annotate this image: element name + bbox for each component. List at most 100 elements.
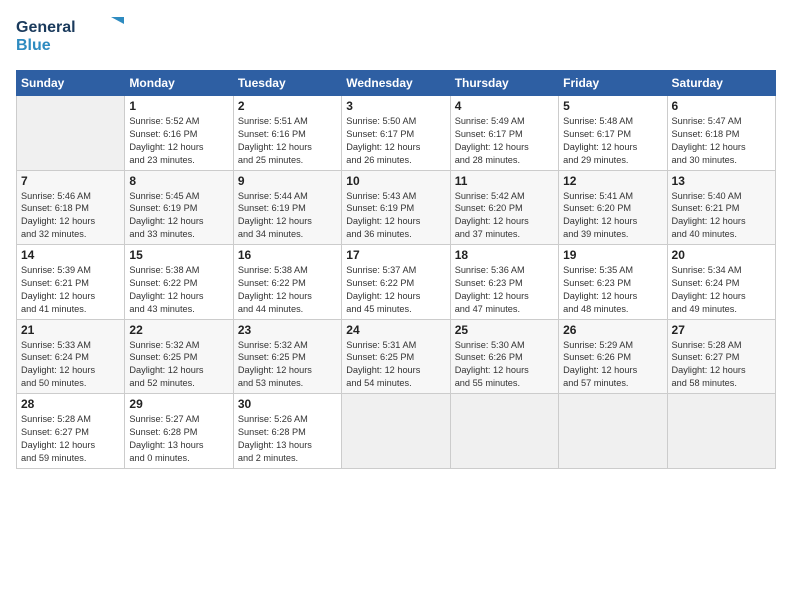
day-number: 26 — [563, 323, 662, 337]
day-number: 10 — [346, 174, 445, 188]
day-info: Sunrise: 5:43 AMSunset: 6:19 PMDaylight:… — [346, 190, 445, 242]
day-cell: 22 Sunrise: 5:32 AMSunset: 6:25 PMDayligh… — [125, 319, 233, 394]
day-cell: 19 Sunrise: 5:35 AMSunset: 6:23 PMDayligh… — [559, 245, 667, 320]
main-container: General Blue Sunday Monday Tuesday Wedne… — [0, 0, 792, 481]
day-number: 4 — [455, 99, 554, 113]
day-info: Sunrise: 5:38 AMSunset: 6:22 PMDaylight:… — [238, 264, 337, 316]
day-cell: 16 Sunrise: 5:38 AMSunset: 6:22 PMDayligh… — [233, 245, 341, 320]
day-number: 16 — [238, 248, 337, 262]
day-cell — [667, 394, 775, 469]
day-number: 3 — [346, 99, 445, 113]
day-cell: 7 Sunrise: 5:46 AMSunset: 6:18 PMDaylight… — [17, 170, 125, 245]
day-info: Sunrise: 5:52 AMSunset: 6:16 PMDaylight:… — [129, 115, 228, 167]
week-row-3: 14Sunrise: 5:39 AMSunset: 6:21 PMDayligh… — [17, 245, 776, 320]
day-info: Sunrise: 5:41 AMSunset: 6:20 PMDaylight:… — [563, 190, 662, 242]
day-cell: 24 Sunrise: 5:31 AMSunset: 6:25 PMDayligh… — [342, 319, 450, 394]
day-number: 21 — [21, 323, 120, 337]
day-number: 6 — [672, 99, 771, 113]
day-info: Sunrise: 5:42 AMSunset: 6:20 PMDaylight:… — [455, 190, 554, 242]
day-cell: 8 Sunrise: 5:45 AMSunset: 6:19 PMDaylight… — [125, 170, 233, 245]
day-cell: 15Sunrise: 5:38 AMSunset: 6:22 PMDayligh… — [125, 245, 233, 320]
day-info: Sunrise: 5:31 AMSunset: 6:25 PMDaylight:… — [346, 339, 445, 391]
header-monday: Monday — [125, 71, 233, 96]
day-cell: 5 Sunrise: 5:48 AMSunset: 6:17 PMDaylight… — [559, 96, 667, 171]
day-number: 30 — [238, 397, 337, 411]
day-number: 5 — [563, 99, 662, 113]
day-cell: 17 Sunrise: 5:37 AMSunset: 6:22 PMDayligh… — [342, 245, 450, 320]
day-cell: 12Sunrise: 5:41 AMSunset: 6:20 PMDayligh… — [559, 170, 667, 245]
header-sunday: Sunday — [17, 71, 125, 96]
day-info: Sunrise: 5:29 AMSunset: 6:26 PMDaylight:… — [563, 339, 662, 391]
day-cell: 4 Sunrise: 5:49 AMSunset: 6:17 PMDaylight… — [450, 96, 558, 171]
day-cell — [17, 96, 125, 171]
day-number: 22 — [129, 323, 228, 337]
day-cell: 2Sunrise: 5:51 AMSunset: 6:16 PMDaylight… — [233, 96, 341, 171]
day-info: Sunrise: 5:28 AMSunset: 6:27 PMDaylight:… — [21, 413, 120, 465]
day-number: 28 — [21, 397, 120, 411]
day-cell: 6 Sunrise: 5:47 AMSunset: 6:18 PMDaylight… — [667, 96, 775, 171]
day-number: 25 — [455, 323, 554, 337]
day-cell — [342, 394, 450, 469]
logo-text: General Blue — [16, 12, 126, 62]
day-number: 18 — [455, 248, 554, 262]
week-row-2: 7 Sunrise: 5:46 AMSunset: 6:18 PMDaylight… — [17, 170, 776, 245]
day-info: Sunrise: 5:26 AMSunset: 6:28 PMDaylight:… — [238, 413, 337, 465]
day-number: 24 — [346, 323, 445, 337]
day-cell: 29 Sunrise: 5:27 AMSunset: 6:28 PMDayligh… — [125, 394, 233, 469]
day-cell — [559, 394, 667, 469]
day-cell: 11Sunrise: 5:42 AMSunset: 6:20 PMDayligh… — [450, 170, 558, 245]
day-cell — [450, 394, 558, 469]
day-cell: 3Sunrise: 5:50 AMSunset: 6:17 PMDaylight… — [342, 96, 450, 171]
day-info: Sunrise: 5:33 AMSunset: 6:24 PMDaylight:… — [21, 339, 120, 391]
day-info: Sunrise: 5:44 AMSunset: 6:19 PMDaylight:… — [238, 190, 337, 242]
day-number: 9 — [238, 174, 337, 188]
day-cell: 21 Sunrise: 5:33 AMSunset: 6:24 PMDayligh… — [17, 319, 125, 394]
day-cell: 1 Sunrise: 5:52 AMSunset: 6:16 PMDaylight… — [125, 96, 233, 171]
day-number: 8 — [129, 174, 228, 188]
day-cell: 13 Sunrise: 5:40 AMSunset: 6:21 PMDayligh… — [667, 170, 775, 245]
day-info: Sunrise: 5:32 AMSunset: 6:25 PMDaylight:… — [129, 339, 228, 391]
day-info: Sunrise: 5:28 AMSunset: 6:27 PMDaylight:… — [672, 339, 771, 391]
day-info: Sunrise: 5:37 AMSunset: 6:22 PMDaylight:… — [346, 264, 445, 316]
day-number: 1 — [129, 99, 228, 113]
week-row-5: 28 Sunrise: 5:28 AMSunset: 6:27 PMDayligh… — [17, 394, 776, 469]
day-number: 19 — [563, 248, 662, 262]
header-tuesday: Tuesday — [233, 71, 341, 96]
header-saturday: Saturday — [667, 71, 775, 96]
day-info: Sunrise: 5:51 AMSunset: 6:16 PMDaylight:… — [238, 115, 337, 167]
day-info: Sunrise: 5:35 AMSunset: 6:23 PMDaylight:… — [563, 264, 662, 316]
day-cell: 25 Sunrise: 5:30 AMSunset: 6:26 PMDayligh… — [450, 319, 558, 394]
day-info: Sunrise: 5:39 AMSunset: 6:21 PMDaylight:… — [21, 264, 120, 316]
day-cell: 27 Sunrise: 5:28 AMSunset: 6:27 PMDayligh… — [667, 319, 775, 394]
day-info: Sunrise: 5:32 AMSunset: 6:25 PMDaylight:… — [238, 339, 337, 391]
day-info: Sunrise: 5:40 AMSunset: 6:21 PMDaylight:… — [672, 190, 771, 242]
day-cell: 10 Sunrise: 5:43 AMSunset: 6:19 PMDayligh… — [342, 170, 450, 245]
day-info: Sunrise: 5:36 AMSunset: 6:23 PMDaylight:… — [455, 264, 554, 316]
day-info: Sunrise: 5:47 AMSunset: 6:18 PMDaylight:… — [672, 115, 771, 167]
logo: General Blue — [16, 12, 126, 62]
day-number: 20 — [672, 248, 771, 262]
svg-text:General: General — [16, 19, 76, 36]
header-thursday: Thursday — [450, 71, 558, 96]
day-number: 27 — [672, 323, 771, 337]
day-info: Sunrise: 5:46 AMSunset: 6:18 PMDaylight:… — [21, 190, 120, 242]
day-info: Sunrise: 5:38 AMSunset: 6:22 PMDaylight:… — [129, 264, 228, 316]
day-cell: 20Sunrise: 5:34 AMSunset: 6:24 PMDayligh… — [667, 245, 775, 320]
calendar-table: Sunday Monday Tuesday Wednesday Thursday… — [16, 70, 776, 469]
header-wednesday: Wednesday — [342, 71, 450, 96]
day-info: Sunrise: 5:45 AMSunset: 6:19 PMDaylight:… — [129, 190, 228, 242]
day-number: 7 — [21, 174, 120, 188]
day-number: 17 — [346, 248, 445, 262]
day-info: Sunrise: 5:30 AMSunset: 6:26 PMDaylight:… — [455, 339, 554, 391]
day-cell: 9 Sunrise: 5:44 AMSunset: 6:19 PMDaylight… — [233, 170, 341, 245]
week-row-1: 1 Sunrise: 5:52 AMSunset: 6:16 PMDaylight… — [17, 96, 776, 171]
day-info: Sunrise: 5:48 AMSunset: 6:17 PMDaylight:… — [563, 115, 662, 167]
day-number: 29 — [129, 397, 228, 411]
header-row: Sunday Monday Tuesday Wednesday Thursday… — [17, 71, 776, 96]
header-friday: Friday — [559, 71, 667, 96]
day-number: 13 — [672, 174, 771, 188]
day-info: Sunrise: 5:27 AMSunset: 6:28 PMDaylight:… — [129, 413, 228, 465]
day-cell: 28 Sunrise: 5:28 AMSunset: 6:27 PMDayligh… — [17, 394, 125, 469]
day-cell: 18 Sunrise: 5:36 AMSunset: 6:23 PMDayligh… — [450, 245, 558, 320]
day-info: Sunrise: 5:49 AMSunset: 6:17 PMDaylight:… — [455, 115, 554, 167]
